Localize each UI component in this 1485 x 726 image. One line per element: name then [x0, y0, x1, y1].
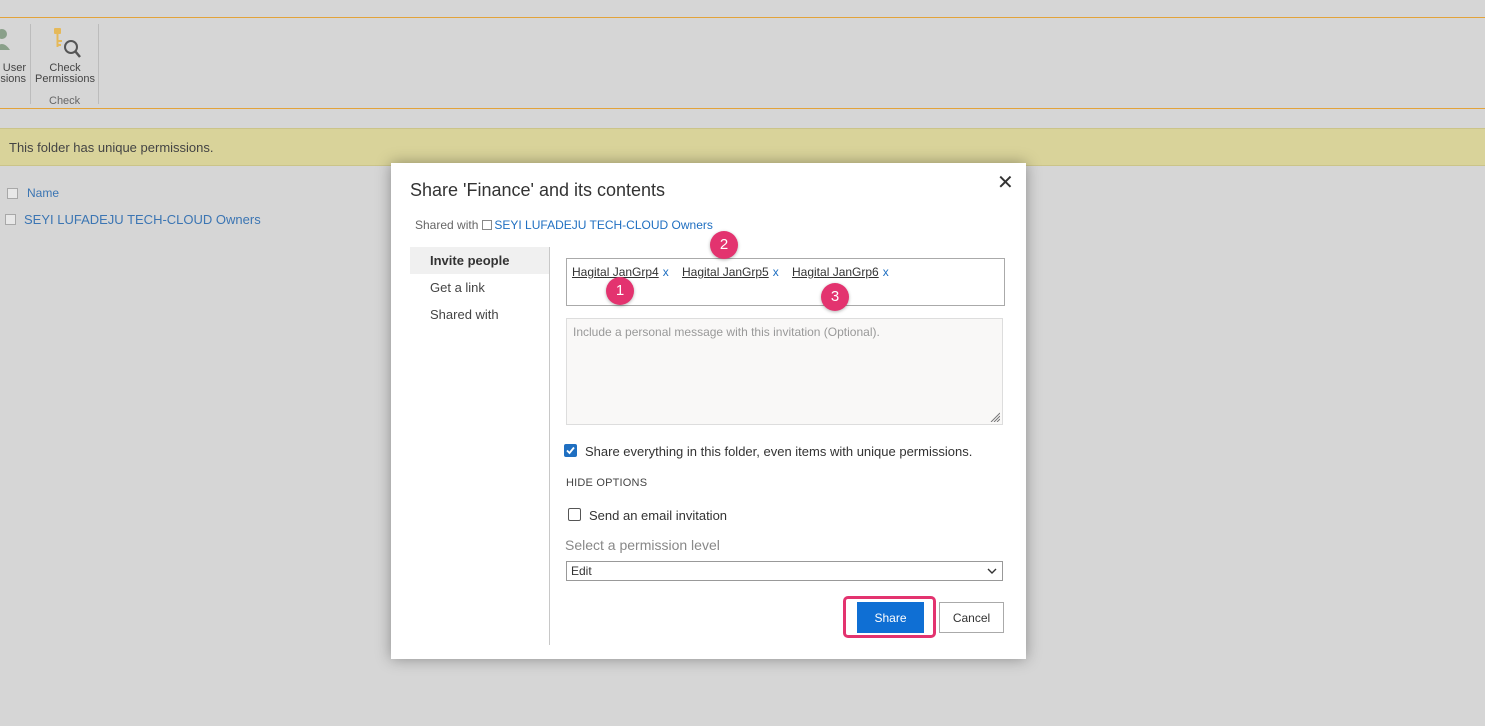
- check-permissions-icon: [54, 28, 81, 58]
- share-everything-checkbox[interactable]: [564, 444, 577, 457]
- user-permissions-button[interactable]: User sions: [0, 63, 26, 85]
- remove-chip-icon[interactable]: x: [663, 265, 669, 279]
- people-chip: Hagital JanGrp5 x: [682, 265, 779, 279]
- dialog-title: Share 'Finance' and its contents: [410, 180, 666, 200]
- check-permissions-button[interactable]: Check Permissions: [34, 63, 96, 85]
- checkmark-icon: [566, 446, 575, 455]
- list-item-owners-link[interactable]: SEYI LUFADEJU TECH-CLOUD Owners: [24, 212, 261, 227]
- people-chip: Hagital JanGrp6 x: [792, 265, 889, 279]
- tab-get-a-link[interactable]: Get a link: [410, 274, 550, 301]
- message-placeholder: Include a personal message with this inv…: [573, 325, 880, 339]
- nav-divider: [549, 247, 550, 645]
- user-permissions-label-2: sions: [0, 73, 26, 85]
- annotation-badge-3: 3: [821, 283, 849, 311]
- send-email-checkbox[interactable]: [568, 508, 581, 521]
- cancel-button[interactable]: Cancel: [939, 602, 1004, 633]
- chevron-down-icon: [987, 568, 997, 574]
- remove-chip-icon[interactable]: x: [883, 265, 889, 279]
- shared-with-line: Shared with SEYI LUFADEJU TECH-CLOUD Owne…: [415, 218, 713, 232]
- select-all-checkbox[interactable]: [7, 188, 18, 199]
- people-chip-name: Hagital JanGrp6: [792, 265, 879, 279]
- ribbon-separator: [30, 24, 31, 104]
- share-dialog-nav: Invite people Get a link Shared with: [410, 247, 550, 328]
- ribbon-separator: [98, 24, 99, 104]
- annotation-badge-1: 1: [606, 277, 634, 305]
- tab-invite-people[interactable]: Invite people: [410, 247, 550, 274]
- remove-chip-icon[interactable]: x: [773, 265, 779, 279]
- resize-handle-icon[interactable]: [990, 412, 1000, 422]
- personal-message-textarea[interactable]: Include a personal message with this inv…: [566, 318, 1003, 425]
- ribbon-group-check-label: Check: [49, 95, 81, 107]
- name-column-header[interactable]: Name: [27, 186, 59, 200]
- people-chip-name: Hagital JanGrp5: [682, 265, 769, 279]
- hide-options-link[interactable]: HIDE OPTIONS: [566, 477, 647, 489]
- row-checkbox[interactable]: [5, 214, 16, 225]
- share-everything-label: Share everything in this folder, even it…: [585, 444, 973, 459]
- check-permissions-label-2: Permissions: [35, 73, 95, 85]
- permission-level-select[interactable]: Edit: [566, 561, 1003, 581]
- share-button[interactable]: Share: [857, 602, 924, 633]
- shared-with-prefix: Shared with: [415, 218, 479, 232]
- group-icon: [482, 220, 493, 230]
- share-dialog: Share 'Finance' and its contents ✕ Share…: [391, 163, 1026, 659]
- people-picker-input[interactable]: Hagital JanGrp4 x Hagital JanGrp5 x Hagita…: [566, 258, 1005, 306]
- tab-shared-with[interactable]: Shared with: [410, 301, 550, 328]
- ribbon: User sions Check Permissions Check: [0, 17, 1485, 109]
- user-icon: [0, 29, 10, 50]
- banner-text: This folder has unique permissions.: [9, 140, 214, 155]
- shared-with-owners-link[interactable]: SEYI LUFADEJU TECH-CLOUD Owners: [494, 218, 713, 232]
- send-email-label: Send an email invitation: [589, 508, 728, 523]
- permission-level-value: Edit: [571, 564, 592, 578]
- permission-level-label: Select a permission level: [565, 537, 720, 553]
- close-icon[interactable]: ✕: [997, 173, 1014, 193]
- annotation-badge-2: 2: [710, 231, 738, 259]
- unique-permissions-banner: This folder has unique permissions.: [0, 128, 1485, 166]
